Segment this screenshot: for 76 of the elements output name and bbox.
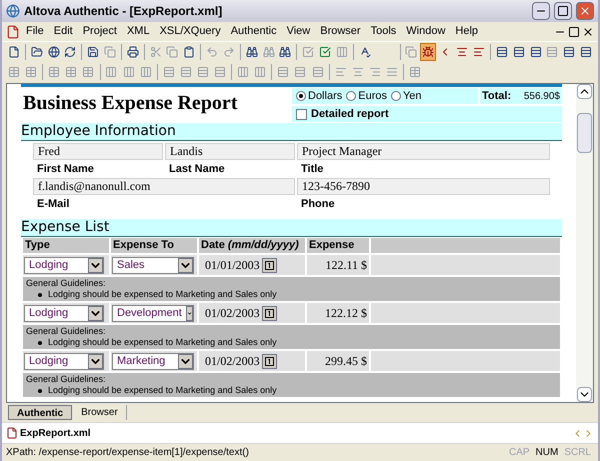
field-label: Phone	[300, 197, 336, 211]
type-dropdown[interactable]: Lodging	[24, 352, 104, 370]
expense-to-dropdown[interactable]: Marketing	[112, 352, 194, 370]
menu-item[interactable]: Authentic	[226, 23, 281, 40]
guideline-item: Lodging should be expensed to Marketing and Sales only	[48, 385, 277, 396]
menu-item[interactable]: Tools	[366, 23, 400, 40]
text-field[interactable]: Project Manager	[297, 143, 550, 160]
status-indicator: NUM	[534, 446, 560, 460]
scrollbar[interactable]	[576, 84, 593, 402]
maximize-button[interactable]	[554, 2, 572, 20]
xpath-status: XPath: /expense-report/expense-item[1]/expense/text()	[6, 446, 250, 460]
calendar-icon[interactable]	[262, 258, 277, 272]
text-field[interactable]: 123-456-7890	[297, 178, 550, 195]
text-field[interactable]: Landis	[165, 143, 295, 160]
field-label: E-Mail	[36, 197, 70, 211]
report-title: Business Expense Report	[22, 91, 238, 116]
document-icon	[6, 427, 18, 439]
menu-item[interactable]: View	[282, 23, 314, 40]
menu-item[interactable]: Window	[402, 23, 450, 40]
menu-item[interactable]: Help	[451, 23, 482, 40]
calendar-icon[interactable]	[262, 354, 277, 368]
column-header: Expense	[307, 238, 369, 253]
window-title: Altova Authentic - [ExpReport.xml]	[24, 3, 224, 20]
maximize-icon	[557, 5, 569, 17]
expense-to-dropdown[interactable]: Sales	[112, 256, 194, 274]
field-label: First Name	[36, 162, 95, 176]
total-value: 556.90$	[524, 90, 560, 104]
currency-radio[interactable]: Yen	[390, 88, 422, 104]
column-header: Type	[23, 238, 109, 253]
field-label: Last Name	[168, 162, 226, 176]
checkbox[interactable]	[296, 108, 307, 120]
guidelines-title: General Guidelines:	[26, 326, 107, 337]
column-header: Expense To	[111, 238, 197, 253]
close-icon[interactable]	[582, 26, 594, 38]
scroll-down-icon[interactable]	[577, 387, 592, 402]
scroll-thumb[interactable]	[577, 113, 592, 153]
guidelines-title: General Guidelines:	[26, 374, 107, 385]
currency-radio[interactable]: Dollars	[296, 88, 342, 104]
total-label: Total:	[482, 88, 512, 104]
menu-item[interactable]: Project	[78, 23, 121, 40]
text-field[interactable]: Fred	[33, 143, 163, 160]
menu-item[interactable]: XML	[122, 23, 154, 40]
restore-icon[interactable]	[568, 26, 580, 38]
section-heading: Employee Information	[21, 123, 562, 141]
scroll-up-icon[interactable]	[577, 84, 592, 99]
guideline-item: Lodging should be expensed to Marketing and Sales only	[48, 289, 277, 300]
expense-to-dropdown[interactable]: Development	[112, 304, 194, 322]
document-icon	[6, 24, 20, 38]
text-field[interactable]: f.landis@nanonull.com	[33, 178, 295, 195]
menu-item[interactable]: XSL/XQuery	[156, 23, 225, 40]
menu-item[interactable]: Browser	[316, 23, 365, 40]
menu-item[interactable]: File	[22, 23, 48, 40]
view-tab[interactable]: Authentic	[8, 405, 72, 420]
type-dropdown[interactable]: Lodging	[24, 304, 104, 322]
checkbox-label: Detailed report	[311, 106, 389, 122]
bullet-icon	[38, 388, 42, 392]
bullet-icon	[38, 340, 42, 344]
bug-icon[interactable]	[420, 42, 436, 60]
type-dropdown[interactable]: Lodging	[24, 256, 104, 274]
minimize-button[interactable]	[532, 2, 550, 20]
bullet-icon	[38, 292, 42, 296]
status-indicator: CAP	[508, 446, 531, 460]
view-tab[interactable]: Browser	[73, 405, 127, 420]
status-indicator: SCRL	[563, 446, 592, 460]
document-tab[interactable]: ExpReport.xml	[6, 426, 91, 440]
app-logo-icon	[6, 4, 20, 18]
close-icon	[579, 5, 591, 17]
guidelines-title: General Guidelines:	[26, 278, 107, 289]
section-heading: Expense List	[21, 219, 562, 237]
column-header: Date (mm/dd/yyyy)	[199, 238, 305, 253]
menu-item[interactable]: Edit	[50, 23, 77, 40]
guideline-item: Lodging should be expensed to Marketing and Sales only	[48, 337, 277, 348]
calendar-icon[interactable]	[262, 306, 277, 320]
close-button[interactable]	[576, 2, 594, 20]
currency-radio[interactable]: Euros	[346, 88, 387, 104]
field-label: Title	[300, 162, 324, 176]
